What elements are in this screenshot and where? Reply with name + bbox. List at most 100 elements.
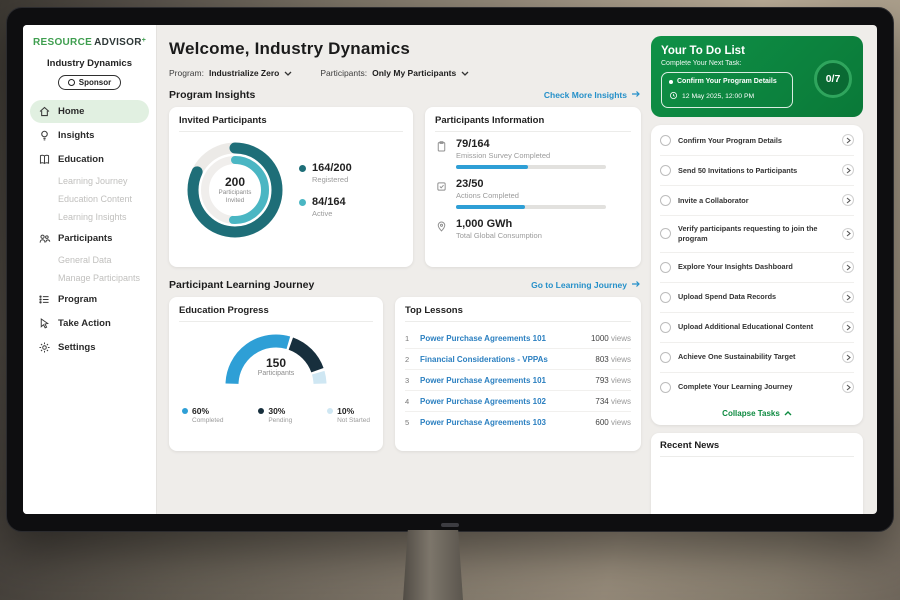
program-filter[interactable]: Program: Industrialize Zero xyxy=(169,68,292,78)
task-checkbox[interactable] xyxy=(660,135,671,146)
brand-logo: RESOURCEADVISOR+ xyxy=(33,37,149,48)
task-row[interactable]: Upload Spend Data Records xyxy=(660,283,854,313)
check-more-insights-link[interactable]: Check More Insights xyxy=(544,90,641,100)
lesson-link[interactable]: Financial Considerations - VPPAs xyxy=(420,355,588,364)
task-row[interactable]: Explore Your Insights Dashboard xyxy=(660,253,854,283)
chevron-up-icon xyxy=(784,409,792,418)
sidebar-item-settings[interactable]: Settings xyxy=(30,336,149,359)
sidebar-item-manage-participants[interactable]: Manage Participants xyxy=(30,269,149,287)
main-content: Welcome, Industry Dynamics Program: Indu… xyxy=(157,25,651,514)
chevron-right-icon[interactable] xyxy=(842,194,854,206)
legend-registered: 164/200 Registered xyxy=(299,162,352,184)
next-task-box[interactable]: Confirm Your Program Details 12 May 2025… xyxy=(661,72,793,108)
sidebar-item-home[interactable]: Home xyxy=(30,100,149,123)
todo-title: Your To Do List xyxy=(661,45,853,57)
task-checkbox[interactable] xyxy=(660,292,671,303)
sidebar-item-label: Settings xyxy=(58,342,95,353)
sidebar-item-label: Insights xyxy=(58,130,94,141)
sidebar-item-label: Take Action xyxy=(58,318,111,329)
chevron-right-icon[interactable] xyxy=(842,164,854,176)
card-title: Invited Participants xyxy=(179,115,403,132)
registered-label: Registered xyxy=(312,175,352,184)
task-row[interactable]: Send 50 Invitations to Participants xyxy=(660,156,854,186)
task-checkbox[interactable] xyxy=(660,382,671,393)
task-checkbox[interactable] xyxy=(660,352,671,363)
sidebar-item-label: Program xyxy=(58,294,97,305)
due-date: 12 May 2025, 12:00 PM xyxy=(682,93,754,100)
todo-progress-badge[interactable]: 0/7 xyxy=(814,60,852,98)
education-gauge-chart: 150 Participants xyxy=(216,328,336,397)
sidebar-item-education[interactable]: Education xyxy=(30,148,149,171)
participants-filter[interactable]: Participants: Only My Participants xyxy=(320,68,469,78)
task-row[interactable]: Confirm Your Program Details xyxy=(660,126,854,156)
lesson-link[interactable]: Power Purchase Agreements 101 xyxy=(420,376,588,385)
chevron-right-icon[interactable] xyxy=(842,351,854,363)
link-label: Check More Insights xyxy=(544,90,627,100)
participants-filter-value: Only My Participants xyxy=(372,68,456,78)
legend-dot-active xyxy=(299,199,306,206)
sidebar-item-general-data[interactable]: General Data xyxy=(30,251,149,269)
lightbulb-icon xyxy=(38,129,51,142)
sidebar-item-label: Participants xyxy=(58,233,112,244)
chevron-right-icon[interactable] xyxy=(842,134,854,146)
task-row[interactable]: Verify participants requesting to join t… xyxy=(660,216,854,253)
task-row[interactable]: Complete Your Learning Journey xyxy=(660,373,854,402)
monitor-bezel: RESOURCEADVISOR+ Industry Dynamics Spons… xyxy=(6,7,894,532)
chevron-right-icon[interactable] xyxy=(842,381,854,393)
chevron-right-icon[interactable] xyxy=(842,261,854,273)
people-icon xyxy=(38,232,51,245)
check-square-icon xyxy=(435,180,448,193)
sidebar-nav: Home Insights Education Learning Journey… xyxy=(30,100,149,359)
sidebar-item-learning-insights[interactable]: Learning Insights xyxy=(30,208,149,226)
donut-area: 200 Participants Invited 164/200 Registe xyxy=(179,138,403,242)
background-room: RESOURCEADVISOR+ Industry Dynamics Spons… xyxy=(0,0,900,600)
legend-dot-completed xyxy=(182,408,188,414)
gauge-center-value: 150 xyxy=(216,356,336,370)
chevron-right-icon[interactable] xyxy=(842,321,854,333)
go-to-learning-journey-link[interactable]: Go to Learning Journey xyxy=(531,280,641,290)
actions-completed-row: 23/50 Actions Completed xyxy=(435,178,631,209)
actions-completed-label: Actions Completed xyxy=(456,191,606,200)
gauge-center-caption: Participants xyxy=(216,370,336,377)
brand-plus: + xyxy=(142,37,146,44)
monitor-stand xyxy=(403,530,463,600)
pointer-icon xyxy=(38,317,51,330)
program-filter-value: Industrialize Zero xyxy=(209,68,279,78)
task-checkbox[interactable] xyxy=(660,322,671,333)
task-row[interactable]: Invite a Collaborator xyxy=(660,186,854,216)
chevron-down-icon xyxy=(461,68,469,78)
link-label: Go to Learning Journey xyxy=(531,280,627,290)
lesson-link[interactable]: Power Purchase Agreements 102 xyxy=(420,397,588,406)
task-checkbox[interactable] xyxy=(660,262,671,273)
lesson-row: 1 Power Purchase Agreements 101 1000 vie… xyxy=(405,328,631,349)
actions-completed-value: 23/50 xyxy=(456,178,606,190)
sidebar-item-insights[interactable]: Insights xyxy=(30,124,149,147)
lesson-link[interactable]: Power Purchase Agreements 101 xyxy=(420,334,584,343)
chevron-right-icon[interactable] xyxy=(842,291,854,303)
arrow-right-icon xyxy=(631,280,641,290)
sidebar-item-learning-journey[interactable]: Learning Journey xyxy=(30,172,149,190)
task-checkbox[interactable] xyxy=(660,165,671,176)
recent-news-title: Recent News xyxy=(660,440,854,457)
collapse-tasks-button[interactable]: Collapse Tasks xyxy=(660,402,854,424)
clipboard-icon xyxy=(435,140,448,153)
dashboard-screen: RESOURCEADVISOR+ Industry Dynamics Spons… xyxy=(23,25,877,514)
lesson-link[interactable]: Power Purchase Agreements 103 xyxy=(420,418,588,427)
program-insights-header: Program Insights Check More Insights xyxy=(169,89,641,101)
brand-primary: RESOURCE xyxy=(33,37,92,48)
sidebar-item-participants[interactable]: Participants xyxy=(30,227,149,250)
next-task-label: Confirm Your Program Details xyxy=(677,78,777,87)
donut-center-caption: Participants Invited xyxy=(212,189,258,205)
card-title: Top Lessons xyxy=(405,305,631,322)
task-row[interactable]: Achieve One Sustainability Target xyxy=(660,343,854,373)
card-title: Participants Information xyxy=(435,115,631,132)
sidebar-item-education-content[interactable]: Education Content xyxy=(30,190,149,208)
sidebar-item-take-action[interactable]: Take Action xyxy=(30,312,149,335)
sponsor-badge-label: Sponsor xyxy=(79,78,111,87)
task-checkbox[interactable] xyxy=(660,228,671,239)
task-row[interactable]: Upload Additional Educational Content xyxy=(660,313,854,343)
sidebar-item-program[interactable]: Program xyxy=(30,288,149,311)
arrow-right-icon xyxy=(631,90,641,100)
task-checkbox[interactable] xyxy=(660,195,671,206)
chevron-right-icon[interactable] xyxy=(842,228,854,240)
